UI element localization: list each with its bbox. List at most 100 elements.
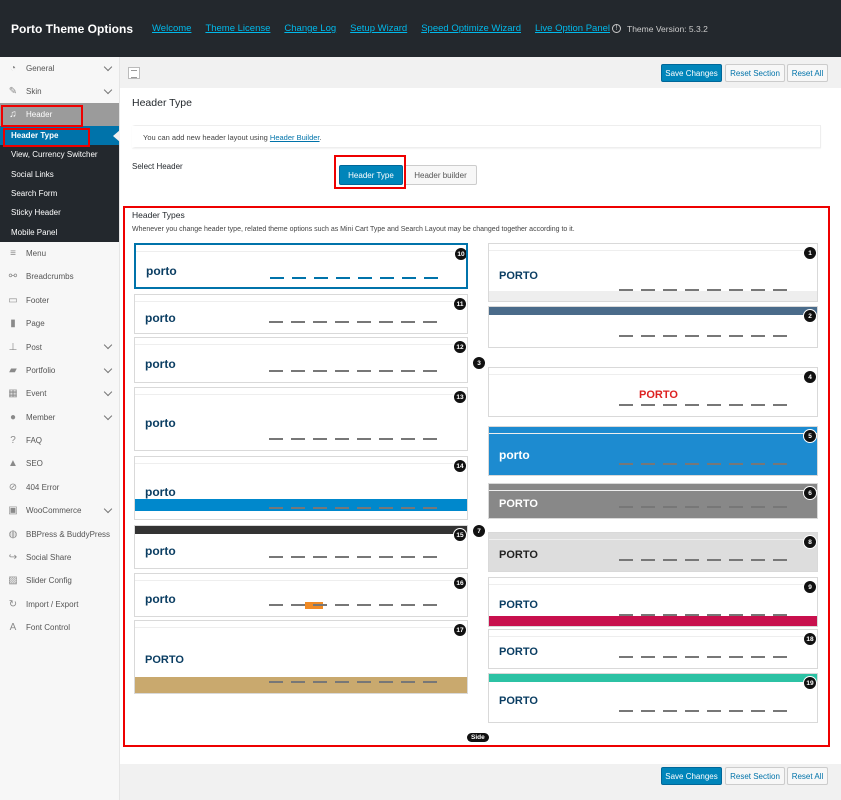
reset-all-button[interactable]: Reset All <box>787 64 828 82</box>
header-type-option-9[interactable]: PORTO 9 <box>488 577 818 627</box>
thumb-topbar <box>136 248 466 252</box>
header-builder-toggle[interactable]: Header builder <box>404 165 477 185</box>
chevron-down-icon[interactable] <box>103 341 113 350</box>
thumb-nav-items <box>269 321 439 323</box>
sidebar-subitem-search-form[interactable]: Search Form <box>0 183 119 204</box>
thumb-topbar <box>489 307 817 315</box>
header-type-option-4[interactable]: PORTO 4 <box>488 367 818 417</box>
link-setup-wizard[interactable]: Setup Wizard <box>350 23 407 34</box>
header-builder-link[interactable]: Header Builder <box>270 133 320 142</box>
thumb-logo: PORTO <box>499 695 538 707</box>
sidebar-item-social-share[interactable]: ↪ Social Share <box>0 546 119 569</box>
header-type-option-1[interactable]: PORTO 1 <box>488 243 818 302</box>
option-number-badge: 5 <box>803 429 817 443</box>
link-theme-license[interactable]: Theme License <box>205 23 270 34</box>
sidebar-item-label: SEO <box>26 459 43 469</box>
sidebar-item-label: Footer <box>26 295 50 305</box>
link-change-log[interactable]: Change Log <box>284 23 336 34</box>
thumb-logo: PORTO <box>499 599 538 611</box>
sidebar-subitem-sticky-header[interactable]: Sticky Header <box>0 203 119 223</box>
header-type-option-12[interactable]: porto 12 <box>134 337 468 383</box>
chevron-down-icon[interactable] <box>103 504 113 514</box>
header-type-option-17[interactable]: PORTO 17 <box>134 620 468 694</box>
sidebar-item-skin[interactable]: ✎ Skin <box>0 80 119 103</box>
sidebar-item-404-error[interactable]: ⊘ 404 Error <box>0 476 119 499</box>
option-number-badge: 17 <box>453 623 467 637</box>
sidebar-item-slider-config[interactable]: ▨ Slider Config <box>0 569 119 592</box>
side-badge[interactable]: Side <box>467 733 489 742</box>
link-live-option-panel[interactable]: Live Option Panel <box>535 23 610 34</box>
option-number-badge: 14 <box>453 459 467 473</box>
header-type-toggle[interactable]: Header Type <box>339 165 403 185</box>
header-type-option-2[interactable]: 2 <box>488 306 818 348</box>
sidebar-item-label: BBPress & BuddyPress <box>26 529 111 539</box>
sidebar-item-breadcrumbs[interactable]: ⚯ Breadcrumbs <box>0 265 119 288</box>
header-type-option-14[interactable]: porto 14 <box>134 456 468 520</box>
option-number-badge: 9 <box>803 580 817 594</box>
thumb-topbar <box>489 674 817 682</box>
reset-section-button-bottom[interactable]: Reset Section <box>725 767 785 785</box>
sidebar-item-label: Slider Config <box>26 576 72 586</box>
sidebar-item-faq[interactable]: ? FAQ <box>0 429 119 452</box>
sidebar-item-label: WooCommerce <box>26 506 82 516</box>
share-icon: ↪ <box>8 552 18 564</box>
sidebar-item-import-export[interactable]: ↻ Import / Export <box>0 593 119 616</box>
option-number-badge[interactable]: 3 <box>472 356 486 370</box>
sidebar-item-page[interactable]: ▮ Page <box>0 312 119 335</box>
sidebar-item-footer[interactable]: ▭ Footer <box>0 289 119 312</box>
bookmark-icon: ▮ <box>10 318 16 330</box>
sidebar-item-member[interactable]: ● Member <box>0 406 119 429</box>
expand-options-icon[interactable] <box>128 67 140 79</box>
header-type-option-11[interactable]: porto 11 <box>134 294 468 334</box>
header-type-option-19[interactable]: PORTO 19 <box>488 673 818 723</box>
option-number-badge: 10 <box>454 247 466 261</box>
header-type-option-10[interactable]: porto 10 <box>134 243 468 289</box>
sidebar-item-portfolio[interactable]: ▰ Portfolio <box>0 359 119 382</box>
header-type-option-16[interactable]: porto 16 <box>134 573 468 617</box>
header-type-option-13[interactable]: porto 13 <box>134 387 468 451</box>
sidebar-item-menu[interactable]: ≡ Menu <box>0 242 119 265</box>
save-changes-button-bottom[interactable]: Save Changes <box>661 767 722 785</box>
sidebar-subitem-view-currency-switcher[interactable]: View, Currency Switcher <box>0 145 119 165</box>
sidebar-subitem-header-type[interactable]: Header Type <box>0 126 120 146</box>
sidebar-item-font-control[interactable]: A Font Control <box>0 616 119 639</box>
header-type-option-6[interactable]: PORTO 6 <box>488 483 818 519</box>
chevron-down-icon[interactable] <box>103 411 113 420</box>
sidebar-item-label: General <box>26 64 55 73</box>
chevron-down-icon[interactable] <box>103 85 113 95</box>
link-welcome[interactable]: Welcome <box>152 23 191 34</box>
header-type-option-18[interactable]: PORTO 18 <box>488 629 818 669</box>
sidebar-item-bbpress-buddypress[interactable]: ◍ BBPress & BuddyPress <box>0 522 119 545</box>
option-number-badge: 18 <box>803 632 817 646</box>
thumb-topbar <box>135 526 467 534</box>
header-type-option-15[interactable]: porto 15 <box>134 525 468 569</box>
sidebar-item-label: Skin <box>26 87 42 96</box>
chevron-down-icon[interactable] <box>103 62 113 72</box>
thumb-topbar <box>489 581 817 585</box>
reset-all-button-bottom[interactable]: Reset All <box>787 767 828 785</box>
reset-section-button[interactable]: Reset Section <box>725 64 785 82</box>
sidebar-item-general[interactable]: ◔ General <box>0 57 119 80</box>
header-type-option-8[interactable]: PORTO 8 <box>488 532 818 572</box>
sidebar-item-seo[interactable]: ▲ SEO <box>0 452 119 475</box>
save-changes-button[interactable]: Save Changes <box>661 64 722 82</box>
sidebar-subitem-mobile-panel[interactable]: Mobile Panel <box>0 222 119 242</box>
option-number-badge[interactable]: 7 <box>472 524 486 538</box>
option-number-badge: 8 <box>803 535 817 549</box>
sidebar-subitem-social-links[interactable]: Social Links <box>0 164 119 184</box>
sidebar-item-label: Header <box>26 110 53 119</box>
option-number-badge: 6 <box>803 486 817 500</box>
sidebar-item-event[interactable]: ▦ Event <box>0 382 119 405</box>
toolbar-top: Save Changes Reset Section Reset All <box>120 62 841 88</box>
sidebar-item-post[interactable]: ⊥ Post <box>0 335 119 358</box>
chevron-down-icon[interactable] <box>103 387 113 397</box>
chevron-down-icon[interactable] <box>103 364 113 373</box>
sidebar-item-woocommerce[interactable]: ▣ WooCommerce <box>0 499 119 522</box>
link-speed-optimize[interactable]: Speed Optimize Wizard <box>421 23 521 34</box>
option-number-badge: 2 <box>803 309 817 323</box>
sidebar-item-header[interactable]: ♫ Header <box>0 103 119 126</box>
thumb-nav-items <box>619 710 789 712</box>
header-type-option-5[interactable]: porto 5 <box>488 426 818 476</box>
thumb-nav-items <box>619 656 789 658</box>
thumb-logo: porto <box>146 264 177 278</box>
